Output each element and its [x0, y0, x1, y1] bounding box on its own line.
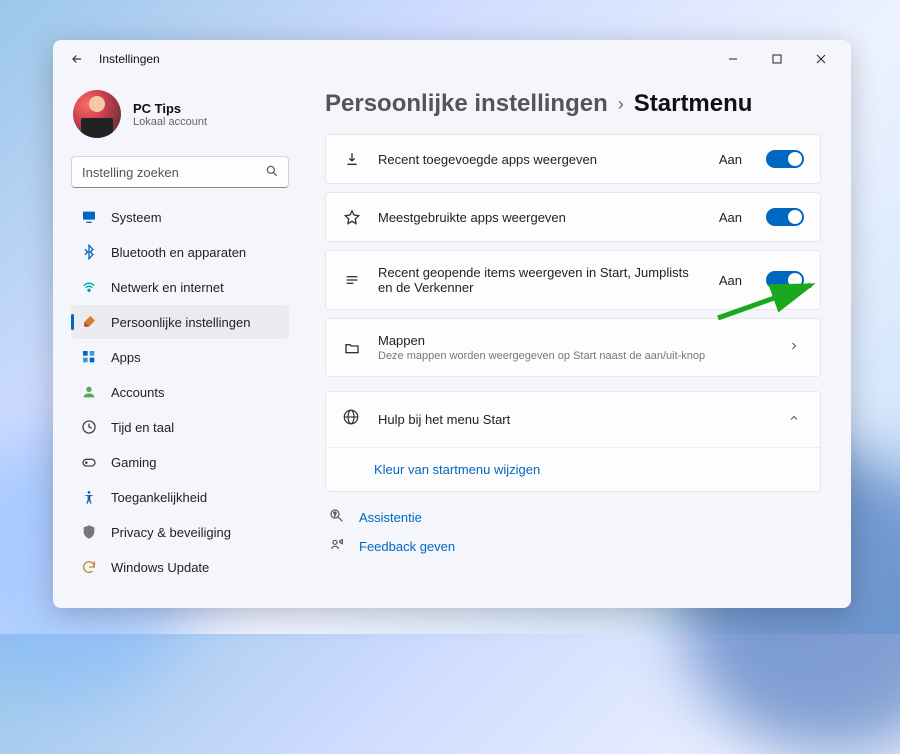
- sidebar-item-clock[interactable]: Tijd en taal: [71, 410, 289, 444]
- bluetooth-icon: [81, 244, 97, 260]
- feedback-icon: [329, 537, 347, 556]
- sidebar-item-label: Accounts: [111, 385, 164, 400]
- sidebar-item-brush[interactable]: Persoonlijke instellingen: [71, 305, 289, 339]
- wifi-icon: [81, 279, 97, 295]
- sidebar-item-bluetooth[interactable]: Bluetooth en apparaten: [71, 235, 289, 269]
- toggle-status: Aan: [719, 273, 742, 288]
- clock-icon: [81, 419, 97, 435]
- setting-title: Meestgebruikte apps weergeven: [378, 210, 703, 225]
- setting-row[interactable]: Meestgebruikte apps weergeven Aan: [325, 192, 821, 242]
- footer-link-assist[interactable]: ?Assistentie: [325, 508, 821, 527]
- user-icon: [81, 384, 97, 400]
- sidebar-item-label: Toegankelijkheid: [111, 490, 207, 505]
- sidebar-item-shield[interactable]: Privacy & beveiliging: [71, 515, 289, 549]
- help-title: Hulp bij het menu Start: [378, 412, 768, 427]
- close-button[interactable]: [799, 44, 843, 74]
- chevron-up-icon: [784, 412, 804, 427]
- breadcrumb-current: Startmenu: [634, 90, 753, 118]
- sidebar-item-update[interactable]: Windows Update: [71, 550, 289, 584]
- setting-title: Recent geopende items weergeven in Start…: [378, 265, 703, 295]
- setting-subtitle: Deze mappen worden weergegeven op Start …: [378, 350, 768, 362]
- sidebar-item-monitor[interactable]: Systeem: [71, 200, 289, 234]
- monitor-icon: [81, 209, 97, 225]
- footer-link-feedback[interactable]: Feedback geven: [325, 537, 821, 556]
- toggle-switch[interactable]: [766, 150, 804, 168]
- sidebar-item-label: Persoonlijke instellingen: [111, 315, 250, 330]
- toggle-status: Aan: [719, 152, 742, 167]
- sidebar-item-label: Privacy & beveiliging: [111, 525, 231, 540]
- setting-title: Recent toegevoegde apps weergeven: [378, 152, 703, 167]
- setting-row[interactable]: Recent toegevoegde apps weergeven Aan: [325, 134, 821, 184]
- chevron-right-icon: ›: [618, 94, 624, 115]
- settings-window: Instellingen PC Tips Lokaal account: [53, 40, 851, 608]
- help-header[interactable]: Hulp bij het menu Start: [326, 392, 820, 447]
- apps-icon: [81, 349, 97, 365]
- folder-icon: [342, 338, 362, 358]
- profile-account-type: Lokaal account: [133, 116, 207, 128]
- sidebar-item-user[interactable]: Accounts: [71, 375, 289, 409]
- globe-icon: [342, 408, 362, 431]
- search-input[interactable]: [71, 156, 289, 188]
- nav-list: Systeem Bluetooth en apparaten Netwerk en …: [71, 200, 289, 585]
- breadcrumb: Persoonlijke instellingen › Startmenu: [325, 90, 821, 118]
- minimize-button[interactable]: [711, 44, 755, 74]
- star-icon: [342, 207, 362, 227]
- sidebar-item-apps[interactable]: Apps: [71, 340, 289, 374]
- toggle-status: Aan: [719, 210, 742, 225]
- search-container: [71, 156, 289, 188]
- back-button[interactable]: [61, 43, 93, 75]
- sidebar-item-label: Systeem: [111, 210, 162, 225]
- setting-row[interactable]: Mappen Deze mappen worden weergegeven op …: [325, 318, 821, 377]
- sidebar-item-game[interactable]: Gaming: [71, 445, 289, 479]
- shield-icon: [81, 524, 97, 540]
- profile[interactable]: PC Tips Lokaal account: [71, 84, 289, 152]
- help-section: Hulp bij het menu Start Kleur van startm…: [325, 391, 821, 492]
- titlebar: Instellingen: [53, 40, 851, 78]
- content: Persoonlijke instellingen › Startmenu Re…: [303, 78, 851, 608]
- svg-text:?: ?: [333, 512, 336, 518]
- window-title: Instellingen: [99, 52, 160, 66]
- sidebar-item-label: Apps: [111, 350, 141, 365]
- search-icon: [265, 164, 279, 181]
- setting-title: Mappen: [378, 333, 768, 348]
- assist-icon: ?: [329, 508, 347, 527]
- toggle-switch[interactable]: [766, 271, 804, 289]
- sidebar-item-label: Bluetooth en apparaten: [111, 245, 246, 260]
- sidebar-item-label: Tijd en taal: [111, 420, 174, 435]
- chevron-right-icon: [784, 340, 804, 355]
- profile-name: PC Tips: [133, 101, 207, 116]
- help-link[interactable]: Kleur van startmenu wijzigen: [326, 447, 820, 491]
- sidebar: PC Tips Lokaal account Systeem Bluetooth …: [53, 78, 303, 608]
- access-icon: [81, 489, 97, 505]
- brush-icon: [81, 314, 97, 330]
- sidebar-item-access[interactable]: Toegankelijkheid: [71, 480, 289, 514]
- sidebar-item-label: Netwerk en internet: [111, 280, 224, 295]
- game-icon: [81, 454, 97, 470]
- maximize-button[interactable]: [755, 44, 799, 74]
- sidebar-item-label: Gaming: [111, 455, 157, 470]
- sidebar-item-wifi[interactable]: Netwerk en internet: [71, 270, 289, 304]
- download-icon: [342, 149, 362, 169]
- toggle-switch[interactable]: [766, 208, 804, 226]
- list-icon: [342, 270, 362, 290]
- sidebar-item-label: Windows Update: [111, 560, 209, 575]
- avatar: [73, 90, 121, 138]
- update-icon: [81, 559, 97, 575]
- setting-row[interactable]: Recent geopende items weergeven in Start…: [325, 250, 821, 310]
- breadcrumb-parent[interactable]: Persoonlijke instellingen: [325, 90, 608, 118]
